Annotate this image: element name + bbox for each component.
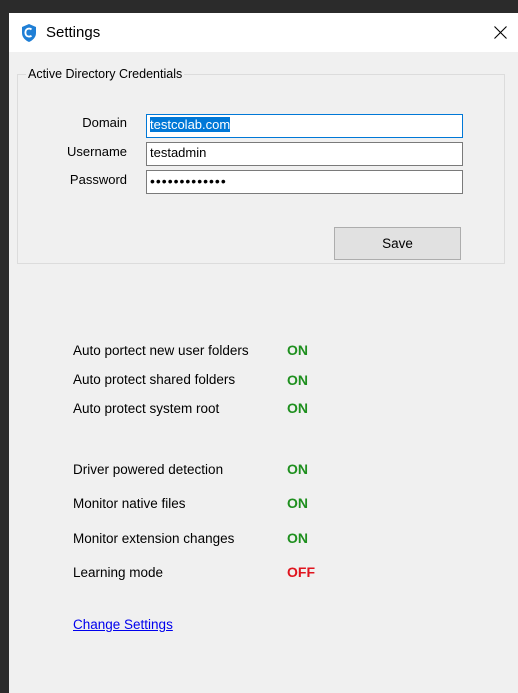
setting-status-new-user-folders: ON <box>287 342 308 358</box>
shield-app-icon <box>22 24 36 42</box>
setting-label-new-user-folders: Auto portect new user folders <box>73 343 249 358</box>
window-title: Settings <box>46 24 101 41</box>
setting-status-learning-mode: OFF <box>287 564 315 580</box>
username-value: testadmin <box>150 145 207 160</box>
setting-status-system-root: ON <box>287 400 308 416</box>
password-label: Password <box>69 172 127 187</box>
close-button[interactable] <box>482 13 518 52</box>
password-field[interactable]: ••••••••••••• <box>146 170 463 194</box>
domain-field[interactable]: testcolab.com <box>146 114 463 138</box>
setting-label-native-files: Monitor native files <box>73 496 186 511</box>
title-bar: Settings <box>9 13 518 52</box>
setting-label-driver-detection: Driver powered detection <box>73 462 224 477</box>
settings-window: Settings Active Directory Credentials Do… <box>9 13 518 693</box>
setting-status-shared-folders: ON <box>287 372 308 388</box>
setting-status-extension-changes: ON <box>287 530 308 546</box>
setting-label-shared-folders: Auto protect shared folders <box>73 372 236 387</box>
username-field[interactable]: testadmin <box>146 142 463 166</box>
save-button[interactable]: Save <box>334 227 461 260</box>
change-settings-link[interactable]: Change Settings <box>73 617 173 632</box>
setting-label-learning-mode: Learning mode <box>73 565 164 580</box>
setting-label-extension-changes: Monitor extension changes <box>73 531 235 546</box>
username-label: Username <box>67 144 127 159</box>
setting-status-driver-detection: ON <box>287 461 308 477</box>
domain-label: Domain <box>82 115 127 130</box>
credentials-group-label: Active Directory Credentials <box>26 67 185 81</box>
setting-label-system-root: Auto protect system root <box>73 401 220 416</box>
domain-value: testcolab.com <box>150 117 231 132</box>
setting-status-native-files: ON <box>287 495 308 511</box>
password-value: ••••••••••••• <box>150 173 227 189</box>
close-icon <box>493 26 507 39</box>
